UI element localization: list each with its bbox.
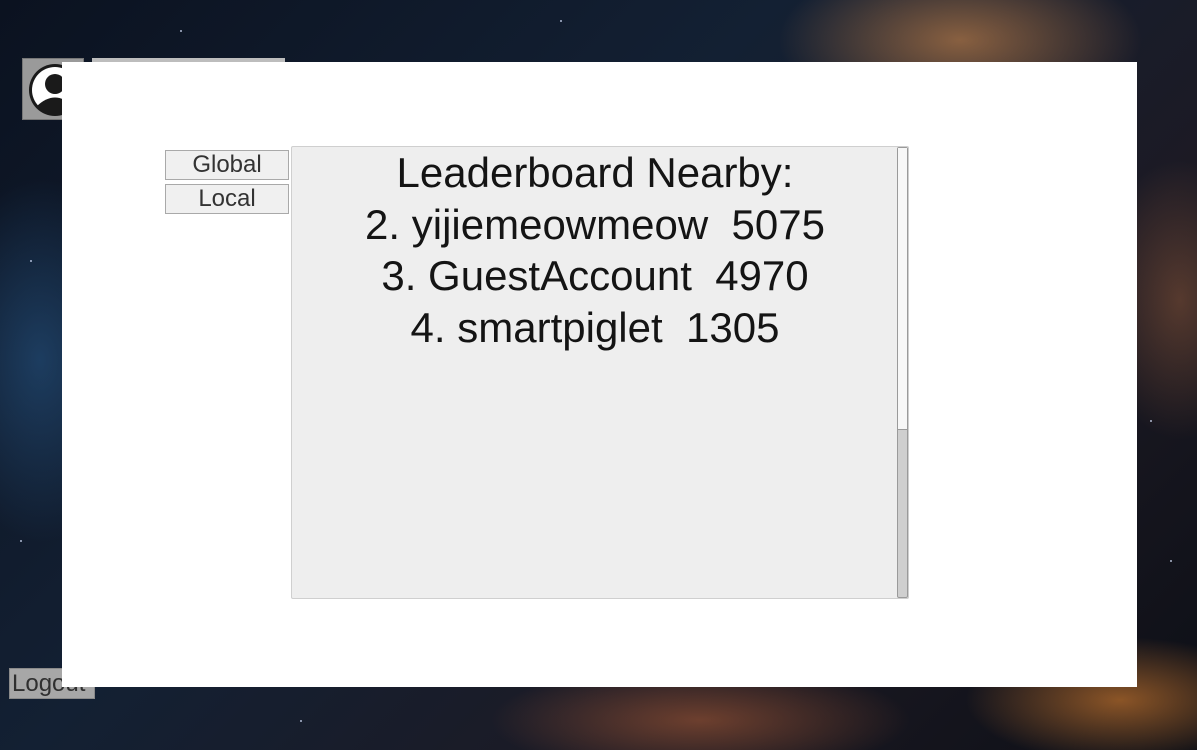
- entry-rank: 3.: [381, 252, 417, 299]
- entry-name: yijiemeowmeow: [411, 200, 709, 248]
- entry-name: smartpiglet: [457, 303, 663, 351]
- scrollbar-thumb[interactable]: [898, 148, 907, 430]
- entry-score: 1305: [686, 303, 780, 351]
- leaderboard-panel[interactable]: Leaderboard Nearby: 2. yijiemeowmeow 507…: [291, 146, 909, 599]
- entry-rank: 4.: [410, 303, 446, 351]
- entry-rank: 2.: [365, 200, 401, 248]
- leaderboard-entry: 3. GuestAccount 4970: [292, 250, 898, 302]
- entry-name: GuestAccount: [428, 252, 692, 299]
- leaderboard-modal: Global Local Leaderboard Nearby: 2. yiji…: [62, 62, 1137, 687]
- leaderboard-title: Leaderboard Nearby:: [396, 149, 794, 196]
- tab-global[interactable]: Global: [165, 150, 289, 180]
- leaderboard-entry: 4. smartpiglet 1305: [292, 302, 898, 354]
- entry-score: 5075: [731, 200, 825, 248]
- leaderboard-entry: 2. yijiemeowmeow 5075: [292, 199, 898, 251]
- leaderboard-scrollbar[interactable]: [897, 147, 908, 598]
- entry-score: 4970: [715, 252, 809, 299]
- tab-local[interactable]: Local: [165, 184, 289, 214]
- leaderboard-list: Leaderboard Nearby: 2. yijiemeowmeow 507…: [292, 147, 898, 353]
